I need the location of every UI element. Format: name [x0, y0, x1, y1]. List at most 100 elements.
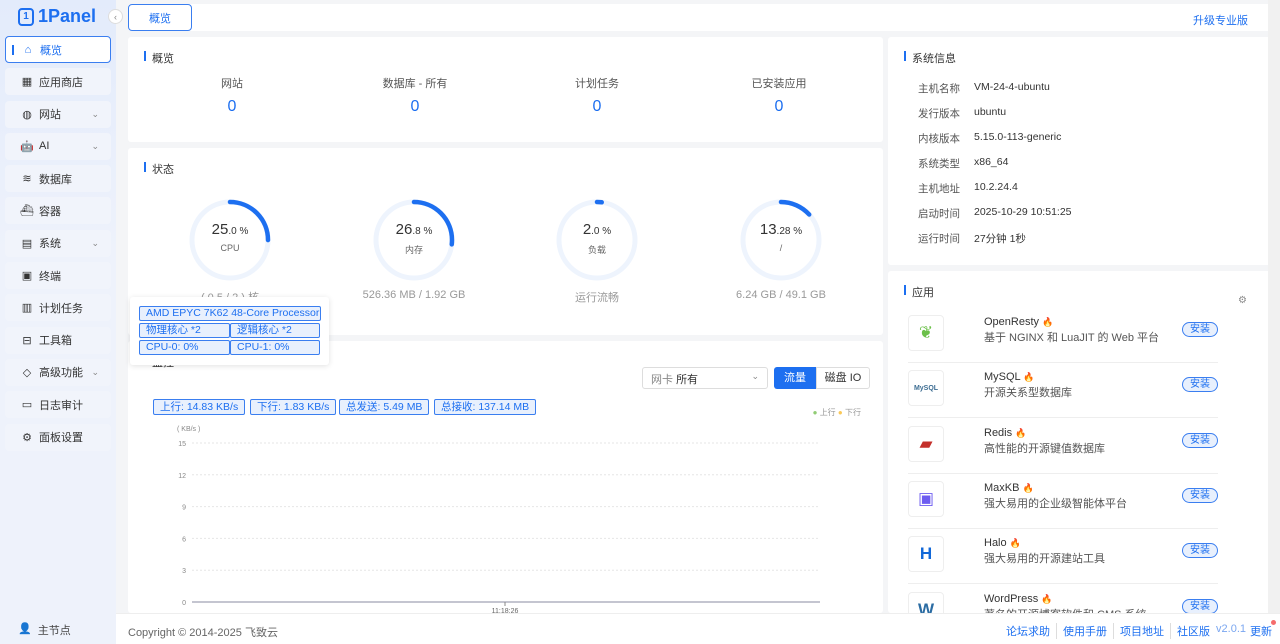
hot-icon: 🔥 — [1042, 317, 1054, 327]
monitor-card: 监控 网卡 所有⌄ 流量 磁盘 IO 上行: 14.83 KB/s下行: 1.8… — [128, 341, 883, 613]
app-desc: 强大易用的开源建站工具 — [984, 553, 1105, 566]
sidebar-item-label: 工具箱 — [39, 335, 72, 348]
cpu-model: AMD EPYC 7K62 48-Core Processor — [139, 306, 321, 321]
cpu-tooltip: AMD EPYC 7K62 48-Core Processor 物理核心 *2 … — [130, 297, 329, 365]
hot-icon: 🔥 — [1009, 538, 1021, 549]
globe-icon: ◍ — [22, 108, 32, 121]
sidebar-item[interactable]: ◇ 高级功能 ⌄ — [5, 358, 111, 386]
stat-item[interactable]: 计划任务 0 — [537, 75, 657, 116]
version: v2.0.1 — [1216, 623, 1246, 635]
app-logo-icon: MySQL — [908, 370, 944, 407]
physical-cores: 物理核心 *2 — [139, 323, 230, 338]
stat-label: 已安装应用 — [751, 78, 807, 90]
upgrade-link[interactable]: 升级专业版 — [1193, 12, 1248, 28]
sidebar-item-label: 容器 — [39, 205, 61, 218]
sidebar-item-label: 面板设置 — [39, 432, 83, 445]
app-desc: 著名的开源博客软件和 CMS 系统 — [984, 606, 1147, 614]
install-button[interactable]: 安装 — [1182, 432, 1218, 448]
brand-logo[interactable]: 1 1Panel — [18, 6, 96, 27]
top-bar: 概览 升级专业版 — [128, 4, 1276, 31]
update-link[interactable]: 更新 — [1250, 620, 1276, 639]
collapse-sidebar-button[interactable]: ‹ — [108, 9, 123, 24]
gauge-label: CPU — [220, 243, 240, 253]
stat-item[interactable]: 数据库 - 所有 0 — [355, 75, 475, 116]
sidebar-item-label: 日志审计 — [39, 399, 83, 412]
hot-icon: 🔥 — [1015, 427, 1027, 438]
sidebar-item[interactable]: ⊟ 工具箱 — [5, 326, 111, 354]
brand-name: 1Panel — [38, 6, 97, 26]
hot-icon: 🔥 — [1023, 372, 1035, 383]
settings-icon[interactable]: ⚙ — [1238, 295, 1247, 306]
gauge-value: 26.8 % — [395, 221, 433, 238]
info-row: 主机地址 10.2.24.4 — [918, 181, 1018, 196]
logo-icon: 1 — [18, 7, 34, 26]
calendar-icon: ▥ — [21, 302, 33, 315]
footer-links: 论坛求助 使用手册 项目地址 社区版 v2.0.1 更新 — [1000, 620, 1276, 639]
forum-link[interactable]: 论坛求助 — [1000, 623, 1056, 639]
app-logo-icon: W — [908, 591, 944, 613]
gauge-subtext: 6.24 GB / 49.1 GB — [736, 289, 826, 301]
install-button[interactable]: 安装 — [1182, 377, 1218, 393]
apps-card: 应用 ⚙ ❦ OpenResty 🔥 基于 NGINX 和 LuaJIT 的 Web… — [888, 271, 1276, 613]
hot-icon: 🔥 — [1041, 593, 1053, 604]
info-row: 系统类型 x86_64 — [918, 156, 1008, 171]
sidebar-item-label: 终端 — [39, 270, 61, 283]
copyright: Copyright © 2014-2025 飞致云 — [128, 627, 278, 639]
info-value: ubuntu — [974, 106, 1007, 118]
manual-link[interactable]: 使用手册 — [1056, 623, 1113, 639]
app-item[interactable]: ▰ Redis 🔥 高性能的开源键值数据库 安装 — [908, 419, 1218, 474]
sidebar-item[interactable]: ⛴ 容器 — [5, 197, 111, 225]
sidebar-item[interactable]: ◍ 网站 ⌄ — [5, 100, 111, 128]
app-item[interactable]: ❦ OpenResty 🔥 基于 NGINX 和 LuaJIT 的 Web 平台 安装 — [908, 308, 1218, 363]
info-value: 5.15.0-113-generic — [974, 131, 1062, 143]
diamond-icon: ◇ — [22, 366, 32, 379]
sidebar-item[interactable]: ⌂ 概览 — [5, 36, 111, 63]
update-label: 更新 — [1250, 626, 1272, 638]
app-item[interactable]: MySQL MySQL 🔥 开源关系型数据库 安装 — [908, 363, 1218, 419]
sidebar-item[interactable]: ≋ 数据库 — [5, 165, 111, 193]
sidebar-item[interactable]: ▥ 计划任务 — [5, 294, 111, 322]
app-item[interactable]: W WordPress 🔥著名的开源博客软件和 CMS 系统 安装 — [908, 585, 1218, 614]
install-button[interactable]: 安装 — [1182, 543, 1218, 559]
app-item[interactable]: H Halo 🔥 强大易用的开源建站工具 安装 — [908, 529, 1218, 585]
logical-cores: 逻辑核心 *2 — [230, 323, 320, 338]
app-logo-icon: H — [908, 536, 944, 573]
edition-link[interactable]: 社区版 — [1170, 623, 1216, 639]
sidebar-item[interactable]: 🤖 AI ⌄ — [5, 132, 111, 160]
app-name: OpenResty 🔥 — [984, 316, 1054, 328]
y-tick-label: 15 — [178, 441, 186, 448]
gauge-value: 13.28 % — [759, 221, 803, 238]
app-desc: 开源关系型数据库 — [984, 387, 1072, 400]
sidebar-item[interactable]: ▤ 系统 ⌄ — [5, 229, 111, 257]
gauge-track — [556, 199, 638, 281]
cpu0-usage: CPU-0: 0% — [139, 340, 230, 355]
stat-item[interactable]: 已安装应用 0 — [719, 75, 839, 116]
overview-card: 概览 网站 0 数据库 - 所有 0 计划任务 0 已安装应用 0 — [128, 37, 883, 142]
card-title: 状态 — [144, 161, 174, 177]
sidebar-item-label: AI — [39, 140, 50, 153]
sidebar-item[interactable]: ▭ 日志审计 — [5, 391, 111, 419]
info-value: x86_64 — [974, 156, 1009, 168]
gear-icon: ⚙ — [22, 431, 32, 444]
install-button[interactable]: 安装 — [1182, 487, 1218, 503]
y-tick-label: 0 — [182, 600, 186, 607]
tab-overview[interactable]: 概览 — [128, 4, 192, 31]
card-title: 系统信息 — [904, 50, 956, 66]
info-row: 运行时间 27分钟 1秒 — [918, 231, 1026, 246]
robot-icon: 🤖 — [20, 140, 34, 153]
app-item[interactable]: ▣ MaxKB 🔥 强大易用的企业级智能体平台 安装 — [908, 474, 1218, 529]
install-button[interactable]: 安装 — [1182, 322, 1218, 337]
project-link[interactable]: 项目地址 — [1113, 623, 1170, 639]
node-selector[interactable]: 👤 主节点 — [18, 622, 71, 638]
sidebar-item[interactable]: ▣ 终端 — [5, 262, 111, 290]
stat-item[interactable]: 网站 0 — [172, 75, 292, 116]
sidebar-item[interactable]: ▦ 应用商店 — [5, 68, 111, 96]
sidebar-item[interactable]: ⚙ 面板设置 — [5, 423, 111, 451]
system-info-card: 系统信息 主机名称 VM-24-4-ubuntu 发行版本 ubuntu 内核版本 5.1… — [888, 37, 1276, 265]
user-icon: 👤 — [18, 623, 32, 635]
app-logo-icon: ❦ — [908, 315, 944, 351]
scrollbar[interactable] — [1268, 0, 1280, 613]
chevron-down-icon: ⌄ — [91, 237, 99, 248]
install-button[interactable]: 安装 — [1182, 598, 1218, 613]
docker-icon: ⛴ — [20, 205, 34, 218]
